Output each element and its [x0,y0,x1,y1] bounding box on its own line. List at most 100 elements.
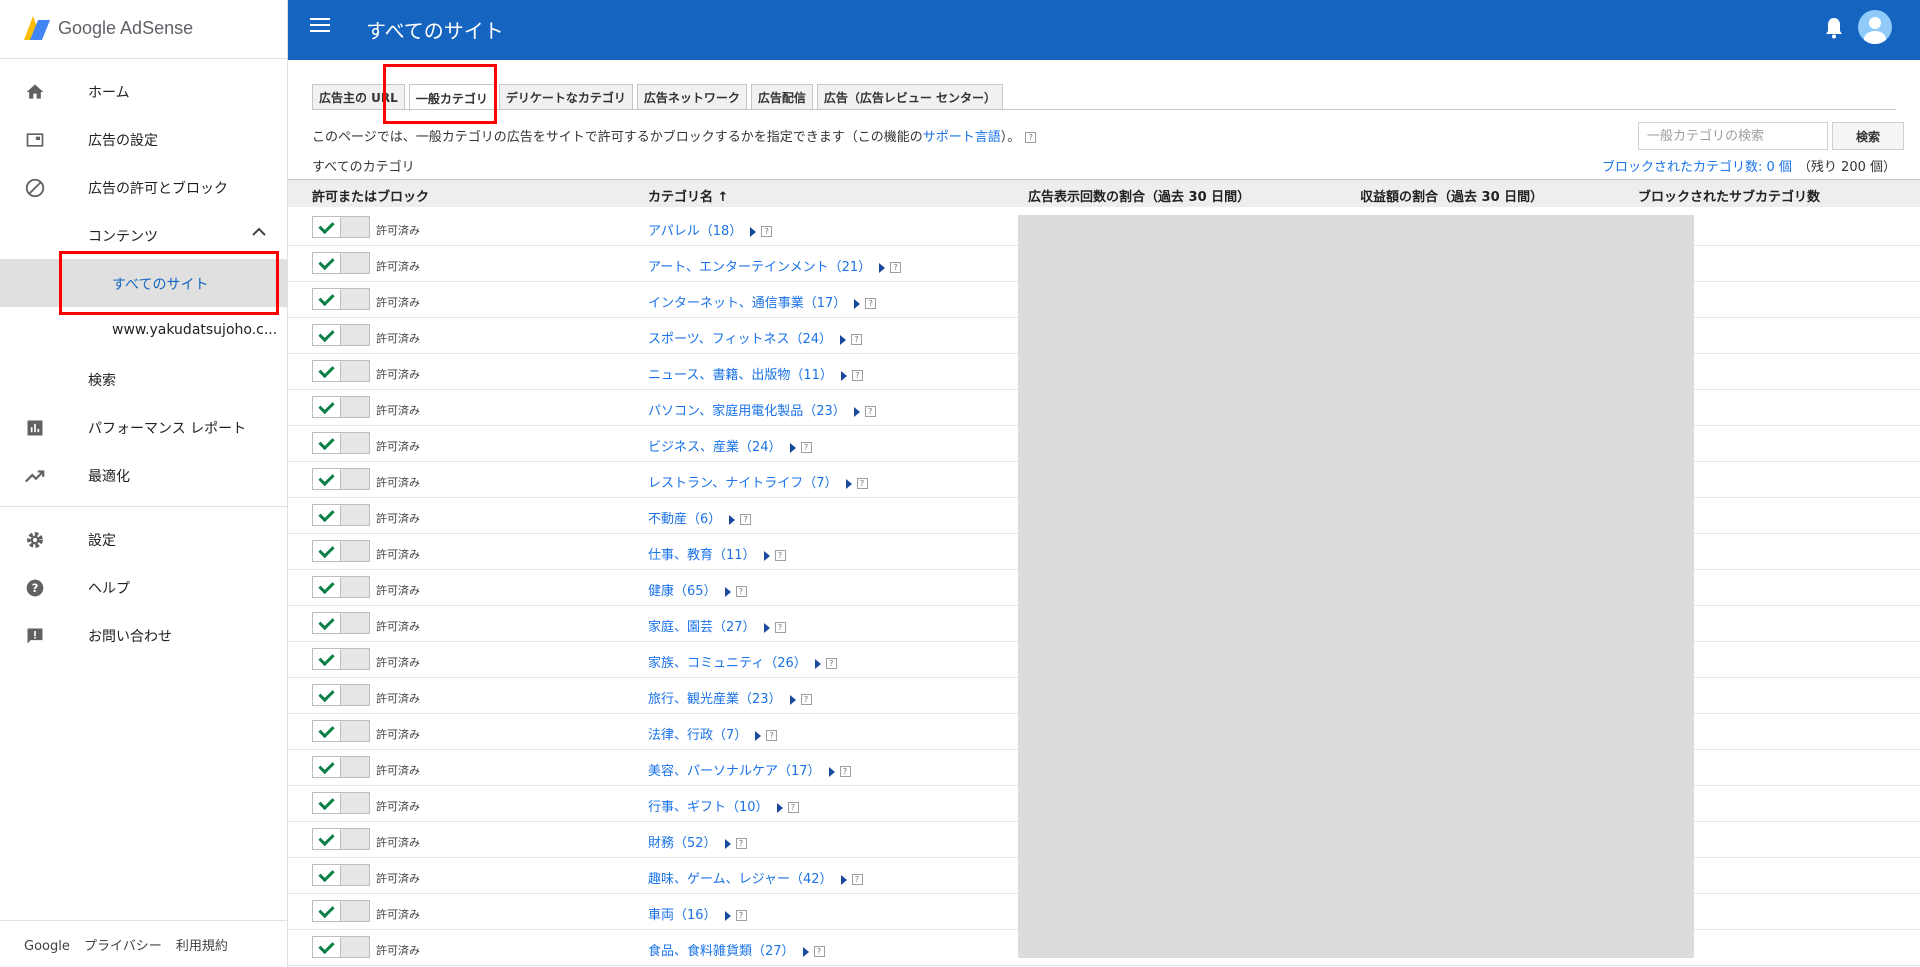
expand-arrow-icon[interactable] [840,370,847,381]
adsense-logo[interactable]: Google AdSense [24,14,193,42]
expand-arrow-icon[interactable] [724,838,731,849]
expand-arrow-icon[interactable] [789,694,796,705]
expand-arrow-icon[interactable] [724,586,731,597]
allow-block-toggle[interactable] [312,252,370,274]
sidebar-item-allow-block[interactable]: 広告の許可とブロック [0,163,288,211]
sidebar-item-help[interactable]: ? ヘルプ [0,563,288,611]
category-link[interactable]: 法律、行政（7）? [648,724,778,743]
allow-block-toggle[interactable] [312,612,370,634]
allow-block-toggle[interactable] [312,468,370,490]
allow-block-toggle[interactable] [312,684,370,706]
help-question-icon[interactable]: ? [800,694,812,705]
allow-block-toggle[interactable] [312,648,370,670]
sidebar-item-ad-settings[interactable]: 広告の設定 [0,115,288,163]
expand-arrow-icon[interactable] [776,802,783,813]
support-languages-link[interactable]: サポート言語 [923,130,1001,145]
category-link[interactable]: 財務（52）? [648,832,747,851]
category-link[interactable]: インターネット、通信事業（17）? [648,292,877,311]
help-question-icon[interactable]: ? [735,838,747,849]
category-link[interactable]: ビジネス、産業（24）? [648,436,812,455]
help-question-icon[interactable]: ? [850,334,862,345]
help-question-icon[interactable]: ? [735,910,747,921]
expand-arrow-icon[interactable] [750,226,757,237]
allow-block-toggle[interactable] [312,900,370,922]
category-link[interactable]: スポーツ、フィットネス（24）? [648,328,862,347]
allow-block-toggle[interactable] [312,288,370,310]
help-question-icon[interactable]: ? [839,766,851,777]
expand-arrow-icon[interactable] [763,622,770,633]
expand-arrow-icon[interactable] [814,658,821,669]
tab-ad-review-center[interactable]: 広告（広告レビュー センター） [816,84,1004,110]
allow-block-toggle[interactable] [312,432,370,454]
help-question-icon[interactable]: ? [856,478,868,489]
help-question-icon[interactable]: ? [774,550,786,561]
sidebar-item-performance[interactable]: パフォーマンス レポート [0,403,288,451]
avatar[interactable] [1858,10,1892,44]
help-question-icon[interactable]: ? [766,730,778,741]
tab-ad-serving[interactable]: 広告配信 [750,84,813,110]
help-question-icon[interactable]: ? [864,406,876,417]
expand-arrow-icon[interactable] [755,730,762,741]
blocked-categories-link[interactable]: ブロックされたカテゴリ数: 0 個 [1602,160,1792,175]
allow-block-toggle[interactable] [312,828,370,850]
category-link[interactable]: 食品、食料雑貨類（27）? [648,940,825,959]
menu-icon[interactable] [310,18,330,34]
column-header-category[interactable]: カテゴリ名 ↑ [648,186,728,205]
sidebar-item-optimization[interactable]: 最適化 [0,451,288,499]
help-question-icon[interactable]: ? [890,262,902,273]
allow-block-toggle[interactable] [312,360,370,382]
expand-arrow-icon[interactable] [839,334,846,345]
expand-arrow-icon[interactable] [828,766,835,777]
allow-block-toggle[interactable] [312,720,370,742]
category-search-input[interactable] [1638,122,1828,150]
allow-block-toggle[interactable] [312,936,370,958]
allow-block-toggle[interactable] [312,576,370,598]
category-link[interactable]: パソコン、家庭用電化製品（23）? [648,400,876,419]
allow-block-toggle[interactable] [312,216,370,238]
help-question-icon[interactable]: ? [735,586,747,597]
sidebar-item-contact[interactable]: お問い合わせ [0,611,288,659]
expand-arrow-icon[interactable] [840,874,847,885]
help-question-icon[interactable]: ? [774,622,786,633]
help-question-icon[interactable]: ? [761,226,773,237]
expand-arrow-icon[interactable] [789,442,796,453]
allow-block-toggle[interactable] [312,540,370,562]
help-question-icon[interactable]: ? [787,802,799,813]
category-link[interactable]: 行事、ギフト（10）? [648,796,799,815]
category-link[interactable]: 車両（16）? [648,904,747,923]
help-question-icon[interactable]: ? [740,514,752,525]
category-link[interactable]: レストラン、ナイトライフ（7）? [648,472,868,491]
category-link[interactable]: ニュース、書籍、出版物（11）? [648,364,863,383]
expand-arrow-icon[interactable] [724,910,731,921]
allow-block-toggle[interactable] [312,396,370,418]
category-link[interactable]: アパレル（18）? [648,220,773,239]
category-link[interactable]: 家族、コミュニティ（26）? [648,652,837,671]
allow-block-toggle[interactable] [312,504,370,526]
help-question-icon[interactable]: ? [800,442,812,453]
allow-block-toggle[interactable] [312,792,370,814]
category-link[interactable]: 趣味、ゲーム、レジャー（42）? [648,868,863,887]
expand-arrow-icon[interactable] [729,514,736,525]
category-link[interactable]: 美容、パーソナルケア（17）? [648,760,851,779]
allow-block-toggle[interactable] [312,324,370,346]
sidebar-item-home[interactable]: ホーム [0,67,288,115]
footer-privacy-link[interactable]: プライバシー [84,939,162,954]
expand-arrow-icon[interactable] [802,946,809,957]
category-link[interactable]: 不動産（6）? [648,508,752,527]
tab-ad-networks[interactable]: 広告ネットワーク [636,84,747,110]
tab-sensitive-categories[interactable]: デリケートなカテゴリ [498,84,633,110]
footer-terms-link[interactable]: 利用規約 [176,939,228,954]
allow-block-toggle[interactable] [312,756,370,778]
help-question-icon[interactable]: ? [851,874,863,885]
search-button[interactable]: 検索 [1832,122,1904,150]
category-link[interactable]: 健康（65）? [648,580,747,599]
sidebar-item-search[interactable]: 検索 [0,355,288,403]
help-question-icon[interactable]: ? [825,658,837,669]
expand-arrow-icon[interactable] [879,262,886,273]
category-link[interactable]: 旅行、観光産業（23）? [648,688,812,707]
expand-arrow-icon[interactable] [763,550,770,561]
sidebar-item-settings[interactable]: 設定 [0,515,288,563]
expand-arrow-icon[interactable] [845,478,852,489]
help-question-icon[interactable]: ? [865,298,877,309]
category-link[interactable]: 家庭、園芸（27）? [648,616,786,635]
